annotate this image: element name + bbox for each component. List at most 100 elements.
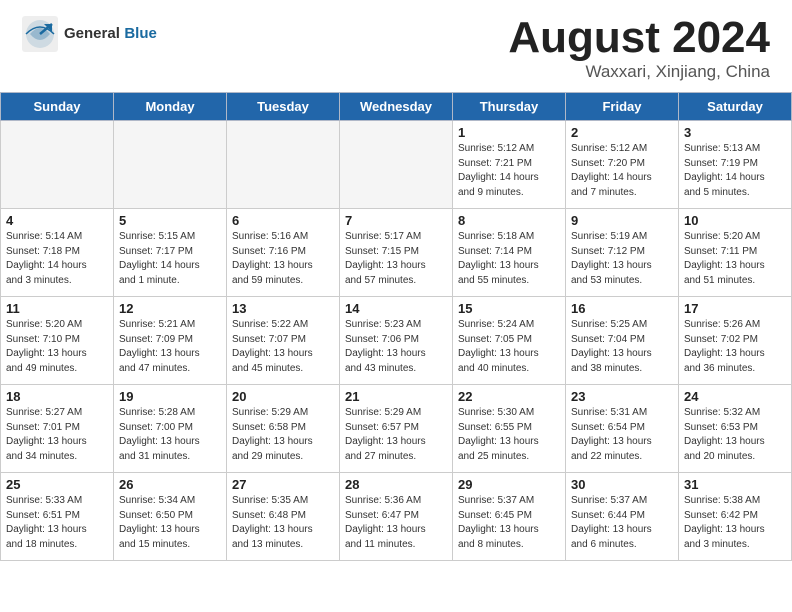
- day-number: 24: [684, 389, 786, 404]
- calendar-cell: [340, 121, 453, 209]
- day-info: Sunrise: 5:36 AM Sunset: 6:47 PM Dayligh…: [345, 494, 447, 552]
- calendar-header-row: Sunday Monday Tuesday Wednesday Thursday…: [1, 93, 792, 121]
- calendar-cell: 12 Sunrise: 5:21 AM Sunset: 7:09 PM Dayli…: [114, 297, 227, 385]
- calendar-cell: 9 Sunrise: 5:19 AM Sunset: 7:12 PM Daylig…: [566, 209, 679, 297]
- day-number: 23: [571, 389, 673, 404]
- day-info: Sunrise: 5:24 AM Sunset: 7:05 PM Dayligh…: [458, 318, 560, 376]
- day-info: Sunrise: 5:17 AM Sunset: 7:15 PM Dayligh…: [345, 230, 447, 288]
- day-info: Sunrise: 5:35 AM Sunset: 6:48 PM Dayligh…: [232, 494, 334, 552]
- calendar-cell: 25 Sunrise: 5:33 AM Sunset: 6:51 PM Dayli…: [1, 473, 114, 561]
- day-number: 21: [345, 389, 447, 404]
- calendar-cell: 4 Sunrise: 5:14 AM Sunset: 7:18 PM Daylig…: [1, 209, 114, 297]
- col-friday: Friday: [566, 93, 679, 121]
- day-info: Sunrise: 5:29 AM Sunset: 6:57 PM Dayligh…: [345, 406, 447, 464]
- sub-title: Waxxari, Xinjiang, China: [508, 62, 770, 82]
- col-sunday: Sunday: [1, 93, 114, 121]
- day-number: 26: [119, 477, 221, 492]
- calendar-week-row: 18Sunrise: 5:27 AM Sunset: 7:01 PM Dayli…: [1, 385, 792, 473]
- day-info: Sunrise: 5:29 AM Sunset: 6:58 PM Dayligh…: [232, 406, 334, 464]
- logo-text: General Blue: [64, 25, 157, 43]
- day-number: 20: [232, 389, 334, 404]
- day-info: Sunrise: 5:32 AM Sunset: 6:53 PM Dayligh…: [684, 406, 786, 464]
- col-thursday: Thursday: [453, 93, 566, 121]
- logo: General Blue: [22, 16, 157, 52]
- day-number: 28: [345, 477, 447, 492]
- day-info: Sunrise: 5:28 AM Sunset: 7:00 PM Dayligh…: [119, 406, 221, 464]
- day-info: Sunrise: 5:33 AM Sunset: 6:51 PM Dayligh…: [6, 494, 108, 552]
- calendar-cell: [1, 121, 114, 209]
- day-info: Sunrise: 5:20 AM Sunset: 7:11 PM Dayligh…: [684, 230, 786, 288]
- calendar-cell: 15 Sunrise: 5:24 AM Sunset: 7:05 PM Dayli…: [453, 297, 566, 385]
- day-info: Sunrise: 5:14 AM Sunset: 7:18 PM Dayligh…: [6, 230, 108, 288]
- day-info: Sunrise: 5:12 AM Sunset: 7:20 PM Dayligh…: [571, 142, 673, 200]
- day-number: 14: [345, 301, 447, 316]
- col-tuesday: Tuesday: [227, 93, 340, 121]
- day-number: 10: [684, 213, 786, 228]
- calendar-cell: 11 Sunrise: 5:20 AM Sunset: 7:10 PM Dayli…: [1, 297, 114, 385]
- day-info: Sunrise: 5:19 AM Sunset: 7:12 PM Dayligh…: [571, 230, 673, 288]
- day-number: 5: [119, 213, 221, 228]
- day-info: Sunrise: 5:23 AM Sunset: 7:06 PM Dayligh…: [345, 318, 447, 376]
- calendar-week-row: 4 Sunrise: 5:14 AM Sunset: 7:18 PM Daylig…: [1, 209, 792, 297]
- day-number: 29: [458, 477, 560, 492]
- day-info: Sunrise: 5:26 AM Sunset: 7:02 PM Dayligh…: [684, 318, 786, 376]
- title-block: August 2024 Waxxari, Xinjiang, China: [508, 16, 770, 82]
- day-number: 1: [458, 125, 560, 140]
- calendar-cell: 18Sunrise: 5:27 AM Sunset: 7:01 PM Dayli…: [1, 385, 114, 473]
- logo-blue: Blue: [124, 25, 157, 42]
- day-info: Sunrise: 5:34 AM Sunset: 6:50 PM Dayligh…: [119, 494, 221, 552]
- col-wednesday: Wednesday: [340, 93, 453, 121]
- logo-general: General: [64, 25, 120, 42]
- day-number: 12: [119, 301, 221, 316]
- calendar-cell: 30Sunrise: 5:37 AM Sunset: 6:44 PM Dayli…: [566, 473, 679, 561]
- day-number: 27: [232, 477, 334, 492]
- day-info: Sunrise: 5:16 AM Sunset: 7:16 PM Dayligh…: [232, 230, 334, 288]
- day-info: Sunrise: 5:20 AM Sunset: 7:10 PM Dayligh…: [6, 318, 108, 376]
- calendar-cell: 7Sunrise: 5:17 AM Sunset: 7:15 PM Daylig…: [340, 209, 453, 297]
- day-info: Sunrise: 5:18 AM Sunset: 7:14 PM Dayligh…: [458, 230, 560, 288]
- day-info: Sunrise: 5:38 AM Sunset: 6:42 PM Dayligh…: [684, 494, 786, 552]
- calendar-cell: 22Sunrise: 5:30 AM Sunset: 6:55 PM Dayli…: [453, 385, 566, 473]
- col-monday: Monday: [114, 93, 227, 121]
- calendar-cell: 28 Sunrise: 5:36 AM Sunset: 6:47 PM Dayli…: [340, 473, 453, 561]
- logo-icon: [22, 16, 58, 52]
- day-number: 13: [232, 301, 334, 316]
- day-info: Sunrise: 5:13 AM Sunset: 7:19 PM Dayligh…: [684, 142, 786, 200]
- calendar-cell: 27 Sunrise: 5:35 AM Sunset: 6:48 PM Dayli…: [227, 473, 340, 561]
- day-number: 15: [458, 301, 560, 316]
- day-number: 19: [119, 389, 221, 404]
- calendar-cell: 16Sunrise: 5:25 AM Sunset: 7:04 PM Dayli…: [566, 297, 679, 385]
- day-number: 17: [684, 301, 786, 316]
- calendar-cell: 14 Sunrise: 5:23 AM Sunset: 7:06 PM Dayli…: [340, 297, 453, 385]
- calendar-cell: 1 Sunrise: 5:12 AM Sunset: 7:21 PM Daylig…: [453, 121, 566, 209]
- calendar-cell: 6Sunrise: 5:16 AM Sunset: 7:16 PM Daylig…: [227, 209, 340, 297]
- calendar-cell: 8Sunrise: 5:18 AM Sunset: 7:14 PM Daylig…: [453, 209, 566, 297]
- calendar-cell: 17 Sunrise: 5:26 AM Sunset: 7:02 PM Dayli…: [679, 297, 792, 385]
- day-number: 9: [571, 213, 673, 228]
- header: General Blue August 2024 Waxxari, Xinjia…: [0, 0, 792, 92]
- day-number: 11: [6, 301, 108, 316]
- day-info: Sunrise: 5:15 AM Sunset: 7:17 PM Dayligh…: [119, 230, 221, 288]
- calendar-cell: 20 Sunrise: 5:29 AM Sunset: 6:58 PM Dayli…: [227, 385, 340, 473]
- calendar-week-row: 25 Sunrise: 5:33 AM Sunset: 6:51 PM Dayli…: [1, 473, 792, 561]
- calendar-cell: 24 Sunrise: 5:32 AM Sunset: 6:53 PM Dayli…: [679, 385, 792, 473]
- calendar-cell: 10 Sunrise: 5:20 AM Sunset: 7:11 PM Dayli…: [679, 209, 792, 297]
- day-number: 25: [6, 477, 108, 492]
- calendar-cell: 29 Sunrise: 5:37 AM Sunset: 6:45 PM Dayli…: [453, 473, 566, 561]
- calendar-cell: 3 Sunrise: 5:13 AM Sunset: 7:19 PM Daylig…: [679, 121, 792, 209]
- day-number: 4: [6, 213, 108, 228]
- calendar-cell: 5 Sunrise: 5:15 AM Sunset: 7:17 PM Daylig…: [114, 209, 227, 297]
- calendar-week-row: 1 Sunrise: 5:12 AM Sunset: 7:21 PM Daylig…: [1, 121, 792, 209]
- calendar-cell: [114, 121, 227, 209]
- day-info: Sunrise: 5:37 AM Sunset: 6:45 PM Dayligh…: [458, 494, 560, 552]
- day-info: Sunrise: 5:37 AM Sunset: 6:44 PM Dayligh…: [571, 494, 673, 552]
- day-info: Sunrise: 5:21 AM Sunset: 7:09 PM Dayligh…: [119, 318, 221, 376]
- col-saturday: Saturday: [679, 93, 792, 121]
- day-number: 3: [684, 125, 786, 140]
- day-info: Sunrise: 5:12 AM Sunset: 7:21 PM Dayligh…: [458, 142, 560, 200]
- calendar-cell: 21 Sunrise: 5:29 AM Sunset: 6:57 PM Dayli…: [340, 385, 453, 473]
- day-number: 16: [571, 301, 673, 316]
- day-info: Sunrise: 5:22 AM Sunset: 7:07 PM Dayligh…: [232, 318, 334, 376]
- calendar-cell: 13 Sunrise: 5:22 AM Sunset: 7:07 PM Dayli…: [227, 297, 340, 385]
- calendar-cell: [227, 121, 340, 209]
